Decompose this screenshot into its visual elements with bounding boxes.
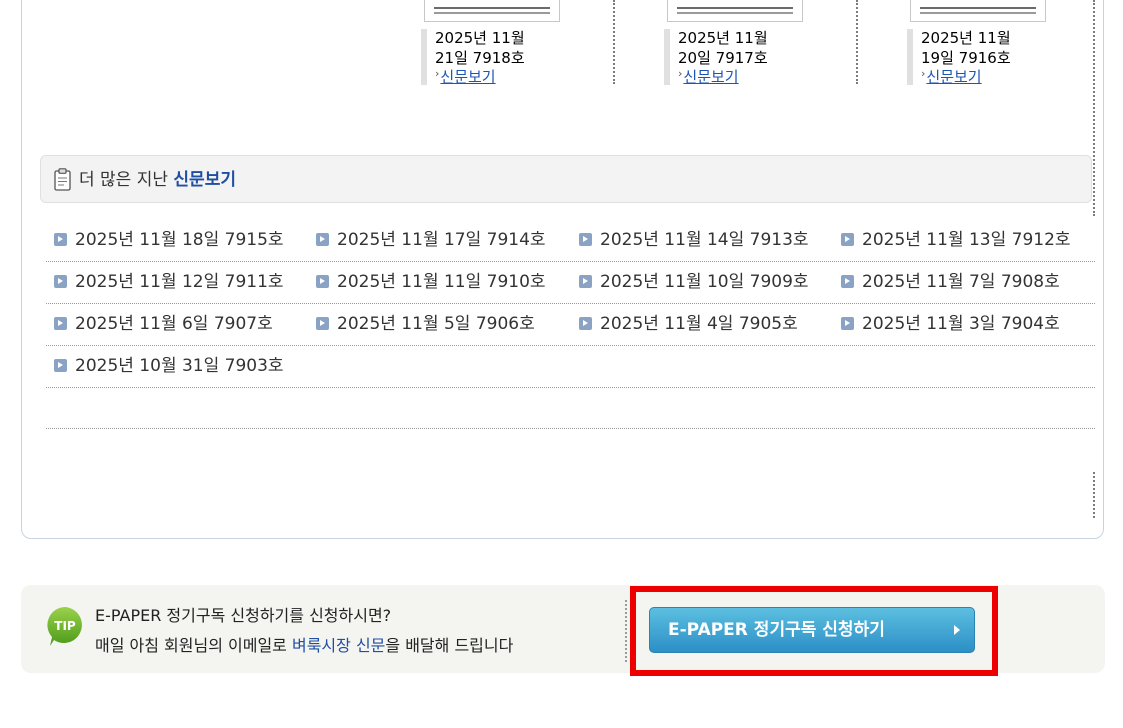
card-side-bar	[664, 29, 670, 85]
newspaper-thumbnail[interactable]	[910, 0, 1046, 22]
right-edge-divider	[1093, 472, 1095, 518]
tip-badge-icon: TIP	[47, 607, 82, 646]
past-issue-link[interactable]: 2025년 11월 6일 7907호	[54, 303, 273, 345]
tip-description-post: 을 배달해 드립니다	[385, 636, 514, 655]
issue-card: 2025년 11월 21일 7918호 ›신문보기	[421, 0, 566, 90]
issue-list-row: 2025년 11월 12일 7911호 2025년 11월 11일 7910호 …	[46, 261, 1095, 304]
issue-list-row: 2025년 11월 18일 7915호 2025년 11월 17일 7914호 …	[46, 219, 1095, 262]
issue-date: 2025년 11월 19일 7916호	[921, 29, 1011, 67]
past-issue-link[interactable]: 2025년 11월 17일 7914호	[316, 219, 546, 261]
subscription-tip-banner: TIP E-PAPER 정기구독 신청하기를 신청하시면? 매일 아침 회원님의…	[21, 585, 1105, 673]
arrow-bullet-icon	[54, 275, 67, 288]
arrow-bullet-icon	[579, 275, 592, 288]
past-issue-label: 2025년 11월 11일 7910호	[337, 272, 546, 292]
tip-description-accent: 벼룩시장 신문	[291, 636, 386, 655]
issue-card: 2025년 11월 20일 7917호 ›신문보기	[664, 0, 809, 90]
past-issue-label: 2025년 11월 17일 7914호	[337, 230, 546, 250]
past-issue-label: 2025년 10월 31일 7903호	[75, 356, 284, 376]
arrow-bullet-icon	[841, 233, 854, 246]
chevron-right-icon: ›	[921, 67, 926, 80]
section-title-accent: 신문보기	[173, 170, 236, 190]
issue-card: 2025년 11월 19일 7916호 ›신문보기	[907, 0, 1052, 90]
column-divider	[613, 0, 615, 84]
arrow-bullet-icon	[316, 233, 329, 246]
past-issue-label: 2025년 11월 10일 7909호	[600, 272, 809, 292]
arrow-bullet-icon	[579, 317, 592, 330]
past-issue-link[interactable]: 2025년 11월 5일 7906호	[316, 303, 535, 345]
tip-description-pre: 매일 아침 회원님의 이메일로	[95, 636, 292, 655]
view-newspaper-label: 신문보기	[440, 68, 496, 86]
subscribe-button-label: E-PAPER 정기구독 신청하기	[668, 620, 885, 640]
more-past-issues-header: 더 많은 지난 신문보기	[40, 155, 1092, 203]
section-title-prefix: 더 많은 지난	[79, 170, 174, 190]
past-issue-link[interactable]: 2025년 11월 4일 7905호	[579, 303, 798, 345]
past-issue-label: 2025년 11월 12일 7911호	[75, 272, 284, 292]
issue-list-row: 2025년 11월 6일 7907호 2025년 11월 5일 7906호 20…	[46, 303, 1095, 346]
past-issue-link[interactable]: 2025년 10월 31일 7903호	[54, 345, 284, 387]
past-issue-link[interactable]: 2025년 11월 10일 7909호	[579, 261, 809, 303]
issue-date: 2025년 11월 21일 7918호	[435, 29, 525, 67]
tip-headline: E-PAPER 정기구독 신청하기를 신청하시면?	[95, 606, 392, 625]
view-newspaper-link[interactable]: ›신문보기	[921, 67, 982, 89]
past-issue-link[interactable]: 2025년 11월 12일 7911호	[54, 261, 284, 303]
arrow-bullet-icon	[579, 233, 592, 246]
past-issue-label: 2025년 11월 18일 7915호	[75, 230, 284, 250]
view-newspaper-label: 신문보기	[926, 68, 982, 86]
clipboard-icon	[54, 168, 71, 191]
chevron-right-icon	[954, 625, 960, 635]
section-title: 더 많은 지난 신문보기	[79, 169, 236, 191]
issue-list-row: 2025년 10월 31일 7903호	[46, 345, 1095, 388]
past-issue-label: 2025년 11월 13일 7912호	[862, 230, 1071, 250]
column-divider	[856, 0, 858, 84]
past-issue-label: 2025년 11월 4일 7905호	[600, 314, 798, 334]
tip-description: 매일 아침 회원님의 이메일로 벼룩시장 신문을 배달해 드립니다	[95, 635, 513, 657]
past-issue-link[interactable]: 2025년 11월 13일 7912호	[841, 219, 1071, 261]
past-issue-link[interactable]: 2025년 11월 11일 7910호	[316, 261, 546, 303]
issue-date: 2025년 11월 20일 7917호	[678, 29, 768, 67]
card-side-bar	[907, 29, 913, 85]
card-side-bar	[421, 29, 427, 85]
past-issue-link[interactable]: 2025년 11월 18일 7915호	[54, 219, 284, 261]
chevron-right-icon: ›	[678, 67, 683, 80]
past-issue-label: 2025년 11월 14일 7913호	[600, 230, 809, 250]
newspaper-thumbnail[interactable]	[424, 0, 560, 22]
newspaper-thumbnail[interactable]	[667, 0, 803, 22]
view-newspaper-label: 신문보기	[683, 68, 739, 86]
past-issue-link[interactable]: 2025년 11월 7일 7908호	[841, 261, 1060, 303]
arrow-bullet-icon	[316, 275, 329, 288]
arrow-bullet-icon	[54, 359, 67, 372]
tip-badge-label: TIP	[54, 619, 76, 633]
past-issue-link[interactable]: 2025년 11월 14일 7913호	[579, 219, 809, 261]
arrow-bullet-icon	[316, 317, 329, 330]
arrow-bullet-icon	[54, 233, 67, 246]
banner-divider	[625, 600, 627, 662]
past-issue-label: 2025년 11월 6일 7907호	[75, 314, 273, 334]
subscribe-epaper-button[interactable]: E-PAPER 정기구독 신청하기	[649, 607, 975, 653]
list-divider	[46, 428, 1095, 429]
chevron-right-icon: ›	[435, 67, 440, 80]
past-issue-label: 2025년 11월 5일 7906호	[337, 314, 535, 334]
arrow-bullet-icon	[54, 317, 67, 330]
view-newspaper-link[interactable]: ›신문보기	[435, 67, 496, 89]
past-issue-link[interactable]: 2025년 11월 3일 7904호	[841, 303, 1060, 345]
past-issue-label: 2025년 11월 7일 7908호	[862, 272, 1060, 292]
past-issue-label: 2025년 11월 3일 7904호	[862, 314, 1060, 334]
arrow-bullet-icon	[841, 275, 854, 288]
view-newspaper-link[interactable]: ›신문보기	[678, 67, 739, 89]
arrow-bullet-icon	[841, 317, 854, 330]
right-edge-divider	[1093, 0, 1095, 216]
